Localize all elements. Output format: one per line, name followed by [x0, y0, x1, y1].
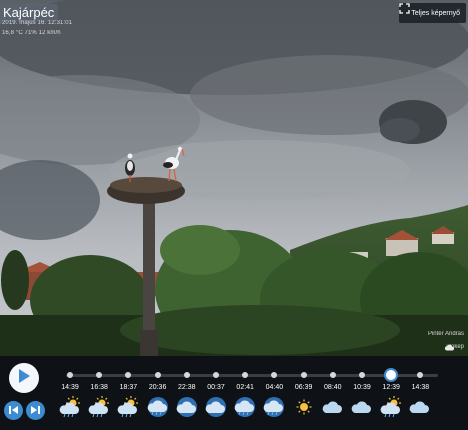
timeline-tick[interactable] — [154, 372, 161, 378]
timeline-time-label[interactable]: 00:37 — [201, 384, 231, 391]
timeline-tick[interactable] — [125, 372, 132, 378]
timeline-time-label[interactable]: 10:39 — [347, 384, 377, 391]
camera-weather-readout: 16,8 °C 71% 12 km/h — [2, 30, 61, 36]
playback-controls: 14:39 16:38 18:37 20:36 22:38 00:37 02:41 04:40… — [0, 356, 468, 430]
timeline-time-label[interactable]: 22:38 — [172, 384, 202, 391]
timeline-time-label[interactable]: 04:40 — [259, 384, 289, 391]
skip-forward-icon — [30, 402, 41, 420]
timeline-handle[interactable] — [384, 368, 399, 382]
timeline-tick[interactable] — [271, 372, 278, 378]
sun-cloud-rain-icon[interactable] — [116, 396, 140, 418]
timeline-tick[interactable] — [329, 372, 336, 378]
brand-watermark: idokep — [444, 344, 464, 351]
skip-back-icon — [8, 402, 19, 420]
timeline-time-label[interactable]: 06:39 — [289, 384, 319, 391]
night-cloud-icon[interactable] — [204, 396, 228, 418]
night-cloud-rain-icon[interactable] — [233, 396, 257, 418]
play-icon — [17, 368, 31, 389]
timeline-tick[interactable] — [213, 372, 219, 378]
timeline-time-label[interactable]: 14:39 — [55, 384, 85, 391]
timeline-time-label[interactable]: 20:36 — [143, 384, 173, 391]
timeline-tick[interactable] — [96, 372, 103, 378]
sun-cloud-rain-icon[interactable] — [379, 396, 403, 418]
timeline-time-label[interactable]: 02:41 — [230, 384, 260, 391]
timeline-tick[interactable] — [242, 372, 249, 378]
timeline-time-label[interactable]: 08:40 — [318, 384, 348, 391]
timeline-time-label[interactable]: 16:38 — [84, 384, 114, 391]
photo-credit: Pintér András — [427, 331, 464, 337]
cloud-icon[interactable] — [321, 396, 345, 418]
webcam-image: Kajárpéc 2019. május 16. 12:31:01 16,8 °… — [0, 0, 468, 356]
timeline-tick[interactable] — [300, 372, 307, 378]
fullscreen-button[interactable]: Teljes képernyő — [399, 3, 466, 23]
camera-timestamp: 2019. május 16. 12:31:01 — [2, 20, 73, 26]
cloud-icon[interactable] — [350, 396, 374, 418]
night-cloud-icon[interactable] — [175, 396, 199, 418]
play-button[interactable] — [9, 363, 39, 393]
sun-cloud-rain-icon[interactable] — [58, 396, 82, 418]
fullscreen-label: Teljes képernyő — [411, 9, 460, 17]
cloud-icon[interactable] — [408, 396, 432, 418]
timeline-tick[interactable] — [417, 372, 424, 378]
timeline-tick[interactable] — [183, 372, 190, 378]
next-button[interactable] — [26, 401, 45, 420]
previous-button[interactable] — [4, 401, 23, 420]
timeline-tick[interactable] — [67, 372, 73, 378]
timeline-time-label[interactable]: 14:38 — [405, 384, 435, 391]
webcam-viewer: Kajárpéc 2019. május 16. 12:31:01 16,8 °… — [0, 0, 468, 430]
sun-icon[interactable] — [292, 396, 316, 418]
night-cloud-rain-icon[interactable] — [146, 396, 170, 418]
night-cloud-rain-icon[interactable] — [262, 396, 286, 418]
sun-cloud-rain-icon[interactable] — [87, 396, 111, 418]
timeline-tick[interactable] — [359, 372, 365, 378]
timeline-track[interactable] — [66, 374, 438, 377]
timeline-time-label[interactable]: 12:39 — [376, 384, 406, 391]
timeline-time-label[interactable]: 18:37 — [113, 384, 143, 391]
